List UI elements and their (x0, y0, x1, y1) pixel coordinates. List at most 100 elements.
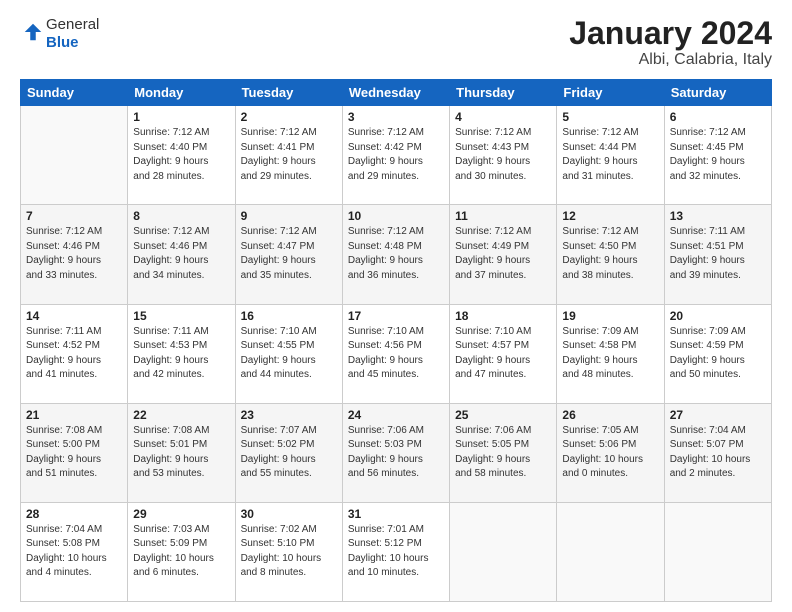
calendar-title: January 2024 (569, 16, 772, 51)
day-info: Sunrise: 7:01 AMSunset: 5:12 PMDaylight:… (348, 523, 444, 581)
logo: General Blue (20, 16, 99, 52)
calendar-day-cell: 31 Sunrise: 7:01 AMSunset: 5:12 PMDayligh… (342, 502, 449, 601)
day-info: Sunrise: 7:02 AMSunset: 5:10 PMDaylight:… (241, 523, 337, 581)
day-number: 13 (670, 209, 766, 223)
day-info: Sunrise: 7:08 AMSunset: 5:00 PMDaylight:… (26, 424, 122, 482)
day-info: Sunrise: 7:11 AMSunset: 4:53 PMDaylight:… (133, 325, 229, 383)
day-info: Sunrise: 7:07 AMSunset: 5:02 PMDaylight:… (241, 424, 337, 482)
day-info: Sunrise: 7:12 AMSunset: 4:49 PMDaylight:… (455, 225, 551, 283)
calendar-day-cell: 8 Sunrise: 7:12 AMSunset: 4:46 PMDaylight… (128, 205, 235, 304)
day-number: 26 (562, 408, 658, 422)
calendar-day-cell: 16Sunrise: 7:10 AMSunset: 4:55 PMDayligh… (235, 304, 342, 403)
day-number: 19 (562, 309, 658, 323)
day-info: Sunrise: 7:05 AMSunset: 5:06 PMDaylight:… (562, 424, 658, 482)
calendar-day-cell: 21 Sunrise: 7:08 AMSunset: 5:00 PMDayligh… (21, 403, 128, 502)
day-number: 25 (455, 408, 551, 422)
calendar-week-row: 28 Sunrise: 7:04 AMSunset: 5:08 PMDayligh… (21, 502, 772, 601)
day-info: Sunrise: 7:12 AMSunset: 4:46 PMDaylight:… (133, 225, 229, 283)
calendar-day-cell: 19 Sunrise: 7:09 AMSunset: 4:58 PMDayligh… (557, 304, 664, 403)
calendar-header-cell: Monday (128, 80, 235, 106)
logo-icon (22, 21, 44, 43)
day-number: 5 (562, 110, 658, 124)
day-number: 27 (670, 408, 766, 422)
calendar-week-row: 14 Sunrise: 7:11 AMSunset: 4:52 PMDayligh… (21, 304, 772, 403)
logo-general-text: General (46, 16, 99, 33)
calendar-day-cell: 5 Sunrise: 7:12 AMSunset: 4:44 PMDaylight… (557, 106, 664, 205)
calendar-day-cell: 22 Sunrise: 7:08 AMSunset: 5:01 PMDayligh… (128, 403, 235, 502)
day-number: 30 (241, 507, 337, 521)
day-number: 12 (562, 209, 658, 223)
day-number: 8 (133, 209, 229, 223)
day-number: 4 (455, 110, 551, 124)
day-info: Sunrise: 7:12 AMSunset: 4:50 PMDaylight:… (562, 225, 658, 283)
calendar-day-cell: 3Sunrise: 7:12 AMSunset: 4:42 PMDaylight… (342, 106, 449, 205)
calendar-header-cell: Sunday (21, 80, 128, 106)
calendar-day-cell: 17 Sunrise: 7:10 AMSunset: 4:56 PMDayligh… (342, 304, 449, 403)
day-number: 29 (133, 507, 229, 521)
calendar-week-row: 21 Sunrise: 7:08 AMSunset: 5:00 PMDayligh… (21, 403, 772, 502)
day-number: 10 (348, 209, 444, 223)
day-info: Sunrise: 7:06 AMSunset: 5:05 PMDaylight:… (455, 424, 551, 482)
calendar-day-cell: 2Sunrise: 7:12 AMSunset: 4:41 PMDaylight… (235, 106, 342, 205)
day-number: 11 (455, 209, 551, 223)
day-number: 6 (670, 110, 766, 124)
calendar-day-cell: 15Sunrise: 7:11 AMSunset: 4:53 PMDayligh… (128, 304, 235, 403)
day-number: 18 (455, 309, 551, 323)
calendar-day-cell: 1 Sunrise: 7:12 AMSunset: 4:40 PMDaylight… (128, 106, 235, 205)
day-number: 23 (241, 408, 337, 422)
day-info: Sunrise: 7:03 AMSunset: 5:09 PMDaylight:… (133, 523, 229, 581)
calendar-header-row: SundayMondayTuesdayWednesdayThursdayFrid… (21, 80, 772, 106)
day-number: 14 (26, 309, 122, 323)
day-number: 17 (348, 309, 444, 323)
calendar-day-cell (557, 502, 664, 601)
day-info: Sunrise: 7:12 AMSunset: 4:43 PMDaylight:… (455, 126, 551, 184)
day-info: Sunrise: 7:12 AMSunset: 4:41 PMDaylight:… (241, 126, 337, 184)
day-number: 28 (26, 507, 122, 521)
header: General Blue January 2024 Albi, Calabria… (20, 16, 772, 69)
calendar-day-cell: 24Sunrise: 7:06 AMSunset: 5:03 PMDayligh… (342, 403, 449, 502)
day-info: Sunrise: 7:10 AMSunset: 4:57 PMDaylight:… (455, 325, 551, 383)
day-number: 1 (133, 110, 229, 124)
calendar-day-cell: 12 Sunrise: 7:12 AMSunset: 4:50 PMDayligh… (557, 205, 664, 304)
calendar-day-cell: 11 Sunrise: 7:12 AMSunset: 4:49 PMDayligh… (450, 205, 557, 304)
calendar-week-row: 7 Sunrise: 7:12 AMSunset: 4:46 PMDaylight… (21, 205, 772, 304)
calendar-header-cell: Wednesday (342, 80, 449, 106)
day-number: 24 (348, 408, 444, 422)
calendar-day-cell: 4 Sunrise: 7:12 AMSunset: 4:43 PMDaylight… (450, 106, 557, 205)
day-info: Sunrise: 7:12 AMSunset: 4:46 PMDaylight:… (26, 225, 122, 283)
calendar-body: 1 Sunrise: 7:12 AMSunset: 4:40 PMDaylight… (21, 106, 772, 602)
calendar-day-cell: 29 Sunrise: 7:03 AMSunset: 5:09 PMDayligh… (128, 502, 235, 601)
day-number: 20 (670, 309, 766, 323)
calendar-day-cell: 14 Sunrise: 7:11 AMSunset: 4:52 PMDayligh… (21, 304, 128, 403)
calendar-day-cell (450, 502, 557, 601)
day-number: 22 (133, 408, 229, 422)
day-info: Sunrise: 7:12 AMSunset: 4:42 PMDaylight:… (348, 126, 444, 184)
day-info: Sunrise: 7:11 AMSunset: 4:52 PMDaylight:… (26, 325, 122, 383)
calendar-day-cell: 25 Sunrise: 7:06 AMSunset: 5:05 PMDayligh… (450, 403, 557, 502)
day-info: Sunrise: 7:09 AMSunset: 4:58 PMDaylight:… (562, 325, 658, 383)
calendar-day-cell: 18 Sunrise: 7:10 AMSunset: 4:57 PMDayligh… (450, 304, 557, 403)
day-info: Sunrise: 7:04 AMSunset: 5:08 PMDaylight:… (26, 523, 122, 581)
day-info: Sunrise: 7:12 AMSunset: 4:40 PMDaylight:… (133, 126, 229, 184)
calendar-day-cell: 26 Sunrise: 7:05 AMSunset: 5:06 PMDayligh… (557, 403, 664, 502)
day-number: 21 (26, 408, 122, 422)
calendar-day-cell: 27 Sunrise: 7:04 AMSunset: 5:07 PMDayligh… (664, 403, 771, 502)
calendar-day-cell (21, 106, 128, 205)
day-number: 7 (26, 209, 122, 223)
calendar-day-cell (664, 502, 771, 601)
calendar-day-cell: 20Sunrise: 7:09 AMSunset: 4:59 PMDayligh… (664, 304, 771, 403)
calendar-day-cell: 6 Sunrise: 7:12 AMSunset: 4:45 PMDaylight… (664, 106, 771, 205)
calendar-header-cell: Saturday (664, 80, 771, 106)
calendar-day-cell: 30 Sunrise: 7:02 AMSunset: 5:10 PMDayligh… (235, 502, 342, 601)
day-info: Sunrise: 7:04 AMSunset: 5:07 PMDaylight:… (670, 424, 766, 482)
day-info: Sunrise: 7:08 AMSunset: 5:01 PMDaylight:… (133, 424, 229, 482)
day-info: Sunrise: 7:10 AMSunset: 4:55 PMDaylight:… (241, 325, 337, 383)
calendar-day-cell: 7 Sunrise: 7:12 AMSunset: 4:46 PMDaylight… (21, 205, 128, 304)
calendar-day-cell: 13Sunrise: 7:11 AMSunset: 4:51 PMDayligh… (664, 205, 771, 304)
calendar-subtitle: Albi, Calabria, Italy (569, 51, 772, 69)
day-number: 31 (348, 507, 444, 521)
day-info: Sunrise: 7:12 AMSunset: 4:44 PMDaylight:… (562, 126, 658, 184)
day-info: Sunrise: 7:10 AMSunset: 4:56 PMDaylight:… (348, 325, 444, 383)
day-info: Sunrise: 7:12 AMSunset: 4:45 PMDaylight:… (670, 126, 766, 184)
day-info: Sunrise: 7:12 AMSunset: 4:48 PMDaylight:… (348, 225, 444, 283)
